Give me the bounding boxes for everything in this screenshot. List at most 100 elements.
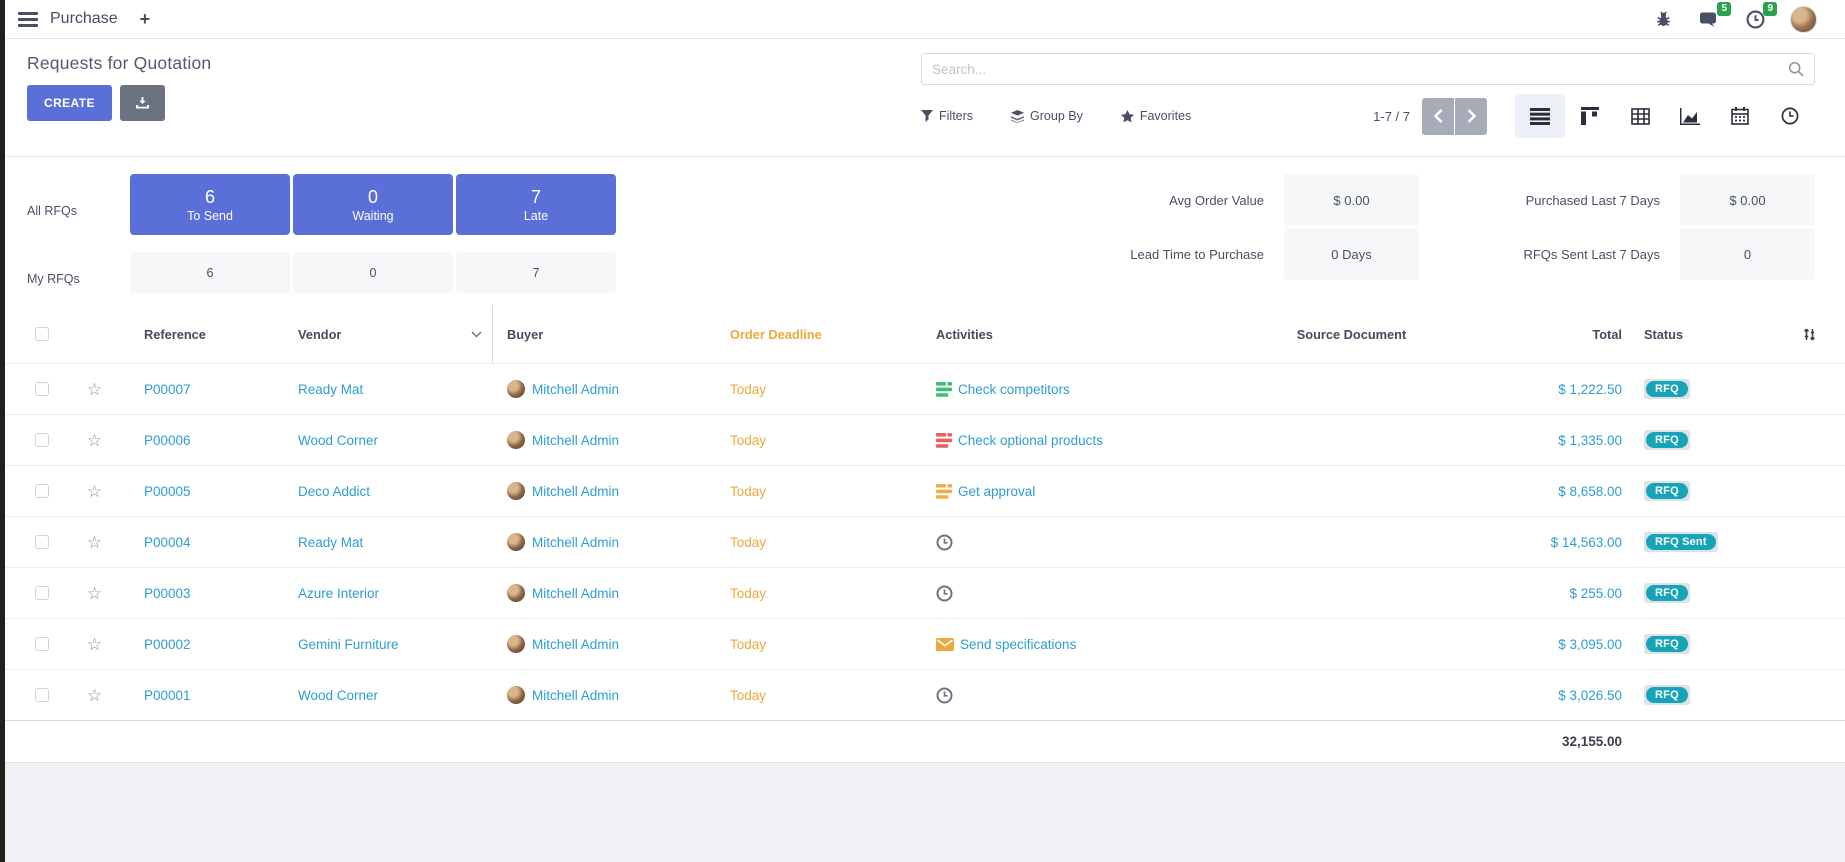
row-order-deadline[interactable]: Today	[720, 535, 925, 550]
messages-icon[interactable]: 5	[1698, 8, 1720, 30]
row-buyer[interactable]: Mitchell Admin	[493, 380, 720, 398]
row-buyer[interactable]: Mitchell Admin	[493, 533, 720, 551]
row-buyer[interactable]: Mitchell Admin	[493, 686, 720, 704]
row-checkbox[interactable]	[35, 433, 49, 447]
list-view-button[interactable]	[1515, 94, 1565, 138]
my-waiting-value[interactable]: 0	[293, 252, 453, 293]
row-vendor[interactable]: Ready Mat	[290, 535, 493, 550]
favorite-star-icon[interactable]: ☆	[60, 585, 115, 602]
row-reference[interactable]: P00006	[115, 433, 290, 448]
row-total: $ 1,222.50	[1440, 382, 1630, 397]
table-row[interactable]: ☆ P00006 Wood Corner Mitchell Admin Toda…	[0, 414, 1845, 465]
row-order-deadline[interactable]: Today	[720, 586, 925, 601]
activities-clock-icon[interactable]: 9	[1744, 8, 1766, 30]
kpi-card-late[interactable]: 7 Late	[456, 174, 616, 235]
row-reference[interactable]: P00001	[115, 688, 290, 703]
favorite-star-icon[interactable]: ☆	[60, 381, 115, 398]
row-checkbox[interactable]	[35, 535, 49, 549]
column-header-activities[interactable]: Activities	[925, 305, 1255, 363]
table-row[interactable]: ☆ P00007 Ready Mat Mitchell Admin Today …	[0, 363, 1845, 414]
row-checkbox[interactable]	[35, 688, 49, 702]
activity-cell[interactable]: Check optional products	[925, 433, 1255, 448]
app-menu-purchase[interactable]: Purchase	[50, 10, 118, 28]
row-checkbox[interactable]	[35, 382, 49, 396]
kpi-card-waiting[interactable]: 0 Waiting	[293, 174, 453, 235]
tasks-icon	[936, 484, 952, 499]
row-vendor[interactable]: Ready Mat	[290, 382, 493, 397]
activity-cell[interactable]	[925, 687, 1255, 704]
activity-cell[interactable]	[925, 534, 1255, 551]
row-checkbox[interactable]	[35, 637, 49, 651]
column-header-status[interactable]: Status	[1630, 305, 1770, 363]
table-row[interactable]: ☆ P00004 Ready Mat Mitchell Admin Today …	[0, 516, 1845, 567]
search-icon[interactable]	[1788, 61, 1804, 77]
row-reference[interactable]: P00002	[115, 637, 290, 652]
favorite-star-icon[interactable]: ☆	[60, 534, 115, 551]
pivot-view-button[interactable]	[1615, 94, 1665, 138]
table-row[interactable]: ☆ P00001 Wood Corner Mitchell Admin Toda…	[0, 669, 1845, 720]
add-tab-button[interactable]: +	[140, 9, 151, 30]
pager-previous-button[interactable]	[1422, 98, 1454, 135]
row-vendor[interactable]: Gemini Furniture	[290, 637, 493, 652]
column-header-order-deadline[interactable]: Order Deadline	[720, 305, 925, 363]
row-vendor[interactable]: Azure Interior	[290, 586, 493, 601]
row-reference[interactable]: P00004	[115, 535, 290, 550]
activity-view-icon	[1781, 107, 1799, 125]
row-vendor[interactable]: Wood Corner	[290, 433, 493, 448]
kpi-card-to-send[interactable]: 6 To Send	[130, 174, 290, 235]
clock-icon	[936, 534, 953, 551]
my-to-send-value[interactable]: 6	[130, 252, 290, 293]
row-reference[interactable]: P00007	[115, 382, 290, 397]
kanban-view-button[interactable]	[1565, 94, 1615, 138]
row-order-deadline[interactable]: Today	[720, 433, 925, 448]
activity-cell[interactable]: Send specifications	[925, 637, 1255, 652]
favorite-star-icon[interactable]: ☆	[60, 636, 115, 653]
column-header-reference[interactable]: Reference	[115, 305, 290, 363]
row-order-deadline[interactable]: Today	[720, 382, 925, 397]
row-buyer[interactable]: Mitchell Admin	[493, 584, 720, 602]
row-buyer[interactable]: Mitchell Admin	[493, 431, 720, 449]
group-by-button[interactable]: Group By	[1011, 109, 1083, 123]
apps-menu-icon[interactable]	[18, 12, 38, 27]
filters-button[interactable]: Filters	[921, 109, 973, 123]
favorites-button[interactable]: Favorites	[1121, 109, 1191, 123]
calendar-view-button[interactable]	[1715, 94, 1765, 138]
table-row[interactable]: ☆ P00003 Azure Interior Mitchell Admin T…	[0, 567, 1845, 618]
activity-cell[interactable]: Get approval	[925, 484, 1255, 499]
debug-bug-icon[interactable]	[1652, 8, 1674, 30]
column-header-total[interactable]: Total	[1440, 305, 1630, 363]
buyer-name: Mitchell Admin	[532, 586, 619, 601]
activity-cell[interactable]: Check competitors	[925, 382, 1255, 397]
user-avatar[interactable]	[1790, 6, 1817, 33]
row-vendor[interactable]: Deco Addict	[290, 484, 493, 499]
my-late-value[interactable]: 7	[456, 252, 616, 293]
table-row[interactable]: ☆ P00002 Gemini Furniture Mitchell Admin…	[0, 618, 1845, 669]
table-row[interactable]: ☆ P00005 Deco Addict Mitchell Admin Toda…	[0, 465, 1845, 516]
activity-view-button[interactable]	[1765, 94, 1815, 138]
row-checkbox[interactable]	[35, 484, 49, 498]
row-order-deadline[interactable]: Today	[720, 688, 925, 703]
favorite-star-icon[interactable]: ☆	[60, 483, 115, 500]
activity-cell[interactable]	[925, 585, 1255, 602]
column-header-buyer[interactable]: Buyer	[493, 305, 720, 363]
row-vendor[interactable]: Wood Corner	[290, 688, 493, 703]
favorite-star-icon[interactable]: ☆	[60, 432, 115, 449]
row-checkbox[interactable]	[35, 586, 49, 600]
search-input[interactable]	[932, 62, 1788, 77]
row-reference[interactable]: P00003	[115, 586, 290, 601]
optional-columns-icon[interactable]	[1770, 305, 1845, 363]
row-buyer[interactable]: Mitchell Admin	[493, 482, 720, 500]
row-order-deadline[interactable]: Today	[720, 484, 925, 499]
favorite-star-icon[interactable]: ☆	[60, 687, 115, 704]
graph-view-button[interactable]	[1665, 94, 1715, 138]
column-header-vendor[interactable]: Vendor	[290, 305, 493, 363]
export-button[interactable]	[120, 85, 165, 121]
row-total: $ 3,095.00	[1440, 637, 1630, 652]
create-button[interactable]: CREATE	[27, 85, 112, 121]
column-header-source-document[interactable]: Source Document	[1255, 305, 1440, 363]
row-order-deadline[interactable]: Today	[720, 637, 925, 652]
pager-next-button[interactable]	[1455, 98, 1487, 135]
row-reference[interactable]: P00005	[115, 484, 290, 499]
row-buyer[interactable]: Mitchell Admin	[493, 635, 720, 653]
select-all-checkbox[interactable]	[35, 327, 49, 341]
